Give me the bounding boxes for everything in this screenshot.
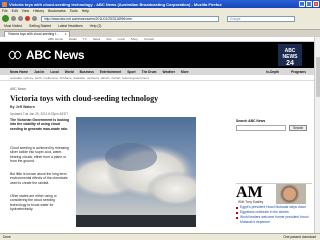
list-item[interactable]: Egyptians celebrate in the streets [236, 210, 312, 214]
vertical-scrollbar[interactable] [314, 37, 320, 233]
top-link-tv[interactable]: TV [83, 37, 87, 41]
article-byline: By Jeff Waters [10, 105, 35, 109]
abc-lissajous-icon [8, 50, 22, 60]
menu-history[interactable]: History [33, 9, 44, 13]
top-link-arts[interactable]: Arts [106, 37, 111, 41]
article-paragraph: Cloud seeding is achieved by releasing s… [10, 146, 69, 163]
top-link-radio[interactable]: Radio [69, 37, 77, 41]
tab-strip: Victoria toys with cloud-seeding t... x [0, 30, 320, 37]
status-bar: Done One passed download [0, 233, 320, 240]
article-paragraph: Other states are either using or conside… [10, 194, 57, 211]
stop-button[interactable] [25, 16, 30, 21]
menu-bookmarks[interactable]: Bookmarks [48, 9, 66, 13]
top-link-shop[interactable]: Shop [131, 37, 138, 41]
nav-more[interactable]: More [181, 70, 189, 74]
nav-just-in[interactable]: Just In [34, 70, 44, 74]
search-input[interactable]: Google [227, 15, 295, 22]
breadcrumb[interactable]: ABC News [10, 87, 26, 91]
sidebar-search-button[interactable]: Search [289, 125, 308, 131]
presenter-photo [276, 184, 306, 204]
scrollbar-thumb[interactable] [316, 57, 320, 97]
nav-entertainment[interactable]: Entertainment [100, 70, 121, 74]
bookmark-latest-headlines[interactable]: Latest Headlines [58, 24, 83, 28]
nav-the-drum[interactable]: The Drum [142, 70, 157, 74]
nav-news-home[interactable]: News Home [10, 70, 28, 74]
maximize-button[interactable]: □ [306, 1, 312, 7]
nav-business[interactable]: Business [80, 70, 94, 74]
top-link-news[interactable]: News [93, 37, 101, 41]
nav-sport[interactable]: Sport [127, 70, 135, 74]
nav-programs[interactable]: Programs [291, 70, 306, 74]
close-button[interactable]: x [313, 1, 319, 7]
am-subtitle: With Tony Eastley [238, 200, 264, 204]
news24-badge-number: 24 [286, 60, 294, 67]
firefox-icon [2, 1, 7, 7]
bookmark-most-visited[interactable]: Most Visited [4, 24, 22, 28]
sidebar-news-list: Egypt's president Hosni Mubarak steps do… [236, 205, 312, 225]
sidebar-search: Search ABC News Search [236, 119, 312, 131]
status-text: Done [3, 235, 11, 239]
nav-weather[interactable]: Weather [163, 70, 176, 74]
nav-world[interactable]: World [65, 70, 74, 74]
sidebar-search-input[interactable] [236, 125, 286, 131]
top-link-contact[interactable]: Contact [144, 37, 154, 41]
news24-badge[interactable]: ABC NEWS 24 [278, 44, 302, 67]
menu-edit[interactable]: Edit [12, 9, 18, 13]
section-nav: News Home Just In Local World Business E… [0, 68, 320, 75]
home-button[interactable] [32, 16, 37, 21]
minimize-button[interactable]: _ [299, 1, 305, 7]
list-item[interactable]: World leaders welcome former president H… [236, 215, 312, 224]
am-promo[interactable]: AM With Tony Eastley [236, 183, 312, 204]
list-item[interactable]: Egypt's president Hosni Mubarak steps do… [236, 205, 312, 209]
window-title-bar: Victoria toys with cloud-seeding technol… [0, 0, 320, 8]
menu-help[interactable]: Help [82, 9, 89, 13]
bookmarks-toolbar: Most Visited Getting Started Latest Head… [0, 23, 320, 30]
forward-button[interactable] [11, 16, 16, 21]
top-link-local[interactable]: Local [118, 37, 125, 41]
reload-button[interactable] [18, 16, 23, 21]
site-brand: ABC News [26, 48, 85, 62]
menu-view[interactable]: View [22, 9, 30, 13]
window-title: Victoria toys with cloud-seeding technol… [9, 1, 222, 7]
back-button[interactable] [2, 15, 9, 22]
article-updated: Updated Tue Jan 25, 2011 6:03pm AEDT [10, 112, 69, 116]
article-cloud-photo [76, 117, 196, 227]
navigation-toolbar: http://www.abc.net.au/news/stories/2011/… [0, 14, 320, 23]
download-status[interactable]: One passed download [283, 235, 316, 239]
abc-logo[interactable]: ABC News [8, 48, 85, 62]
nav-local[interactable]: Local [50, 70, 58, 74]
article-paragraph: But little is known about the long-term … [10, 172, 68, 185]
sidebar-search-title: Search ABC News [236, 119, 266, 123]
article-headline: Victoria toys with cloud-seeding technol… [10, 94, 159, 103]
url-bar[interactable]: http://www.abc.net.au/news/stories/2011/… [41, 15, 219, 22]
menu-tools[interactable]: Tools [70, 9, 78, 13]
top-link-home[interactable]: ABC Home [48, 37, 63, 41]
nav-in-depth[interactable]: In-Depth [266, 70, 279, 74]
bookmark-getting-started[interactable]: Getting Started [29, 24, 51, 28]
abc-header: ABC News ABC NEWS 24 [0, 42, 320, 68]
menu-file[interactable]: File [2, 9, 8, 13]
article-lead: The Victorian Government is looking into… [10, 118, 70, 131]
topic-tags: australia, sydney, perth, melbourne, bri… [0, 75, 320, 81]
page-viewport: ABC Home Radio TV News Arts Local Shop C… [0, 37, 320, 233]
bookmark-help[interactable]: Help (2) [90, 24, 102, 28]
